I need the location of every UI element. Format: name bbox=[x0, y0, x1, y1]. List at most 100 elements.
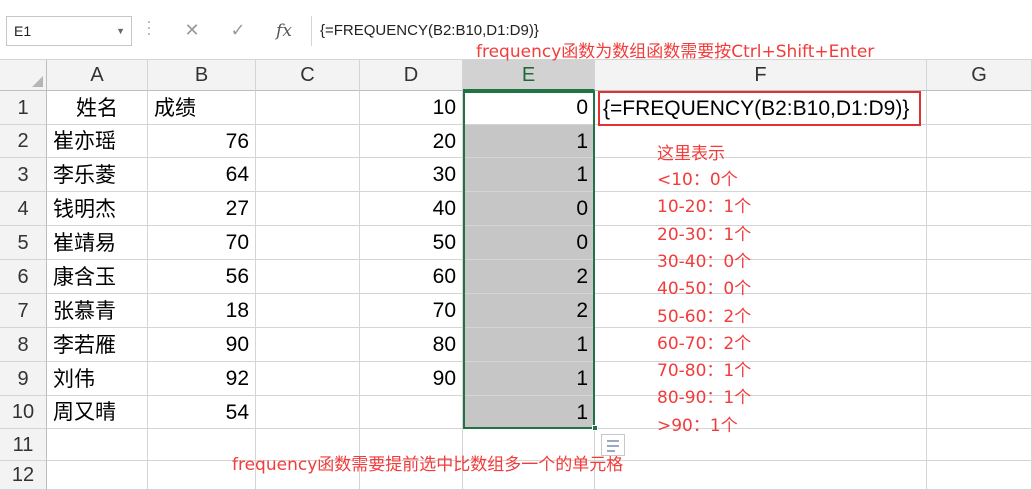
formula-highlight-box[interactable]: {=FREQUENCY(B2:B10,D1:D9)} bbox=[598, 91, 921, 126]
cell-b4[interactable]: 27 bbox=[148, 192, 256, 226]
cell-c6[interactable] bbox=[256, 260, 360, 294]
cell-b9[interactable]: 92 bbox=[148, 362, 256, 396]
cell-c1[interactable] bbox=[256, 91, 360, 125]
cell-e5[interactable]: 0 bbox=[463, 226, 595, 260]
cell-d4[interactable]: 40 bbox=[360, 192, 463, 226]
cell-e7[interactable]: 2 bbox=[463, 294, 595, 328]
cell-a11[interactable] bbox=[47, 429, 148, 461]
fill-handle[interactable] bbox=[592, 425, 598, 431]
cell-g8[interactable] bbox=[927, 328, 1032, 362]
column-header-e[interactable]: E bbox=[463, 60, 595, 91]
cell-c5[interactable] bbox=[256, 226, 360, 260]
cell-b8[interactable]: 90 bbox=[148, 328, 256, 362]
cell-d10[interactable] bbox=[360, 396, 463, 429]
cell-d2[interactable]: 20 bbox=[360, 125, 463, 158]
cell-g12[interactable] bbox=[927, 461, 1032, 490]
cell-f2[interactable] bbox=[595, 125, 927, 158]
cell-b1[interactable]: 成绩 bbox=[148, 91, 256, 125]
select-all-corner[interactable] bbox=[0, 60, 47, 91]
cell-e3[interactable]: 1 bbox=[463, 158, 595, 192]
cell-c4[interactable] bbox=[256, 192, 360, 226]
cell-g5[interactable] bbox=[927, 226, 1032, 260]
cell-a9[interactable]: 刘伟 bbox=[47, 362, 148, 396]
cell-b3[interactable]: 64 bbox=[148, 158, 256, 192]
cell-e8[interactable]: 1 bbox=[463, 328, 595, 362]
cell-c8[interactable] bbox=[256, 328, 360, 362]
cell-g3[interactable] bbox=[927, 158, 1032, 192]
row-header-10[interactable]: 10 bbox=[0, 396, 47, 429]
cell-g1[interactable] bbox=[927, 91, 1032, 125]
cell-a10[interactable]: 周又晴 bbox=[47, 396, 148, 429]
row-header-7[interactable]: 7 bbox=[0, 294, 47, 328]
cell-g11[interactable] bbox=[927, 429, 1032, 461]
cell-b5[interactable]: 70 bbox=[148, 226, 256, 260]
cell-f3[interactable] bbox=[595, 158, 927, 192]
cell-c3[interactable] bbox=[256, 158, 360, 192]
cell-a4[interactable]: 钱明杰 bbox=[47, 192, 148, 226]
row-header-5[interactable]: 5 bbox=[0, 226, 47, 260]
row-header-11[interactable]: 11 bbox=[0, 429, 47, 461]
cell-f6[interactable] bbox=[595, 260, 927, 294]
column-header-g[interactable]: G bbox=[927, 60, 1032, 91]
cell-a2[interactable]: 崔亦瑶 bbox=[47, 125, 148, 158]
row-header-1[interactable]: 1 bbox=[0, 91, 47, 125]
cell-a1[interactable]: 姓名 bbox=[47, 91, 148, 125]
cell-e6[interactable]: 2 bbox=[463, 260, 595, 294]
row-header-2[interactable]: 2 bbox=[0, 125, 47, 158]
cell-g2[interactable] bbox=[927, 125, 1032, 158]
cell-c7[interactable] bbox=[256, 294, 360, 328]
explanation-line: 80-90：1个 bbox=[657, 388, 752, 408]
cell-e9[interactable]: 1 bbox=[463, 362, 595, 396]
cell-g7[interactable] bbox=[927, 294, 1032, 328]
quick-analysis-icon[interactable] bbox=[601, 434, 625, 456]
cell-a3[interactable]: 李乐菱 bbox=[47, 158, 148, 192]
cell-c10[interactable] bbox=[256, 396, 360, 429]
cell-f5[interactable] bbox=[595, 226, 927, 260]
explanation-line: 60-70：2个 bbox=[657, 334, 752, 354]
cell-d6[interactable]: 60 bbox=[360, 260, 463, 294]
cell-a5[interactable]: 崔靖易 bbox=[47, 226, 148, 260]
cell-e10[interactable]: 1 bbox=[463, 396, 595, 429]
row-header-8[interactable]: 8 bbox=[0, 328, 47, 362]
cell-e1[interactable]: 0 bbox=[463, 91, 595, 125]
column-header-a[interactable]: A bbox=[47, 60, 148, 91]
cell-c9[interactable] bbox=[256, 362, 360, 396]
cell-b7[interactable]: 18 bbox=[148, 294, 256, 328]
cell-f10[interactable] bbox=[595, 396, 927, 429]
cell-f8[interactable] bbox=[595, 328, 927, 362]
cell-f12[interactable] bbox=[595, 461, 927, 490]
cell-g10[interactable] bbox=[927, 396, 1032, 429]
cell-b6[interactable]: 56 bbox=[148, 260, 256, 294]
cell-f9[interactable] bbox=[595, 362, 927, 396]
row-header-6[interactable]: 6 bbox=[0, 260, 47, 294]
row-header-12[interactable]: 12 bbox=[0, 461, 47, 490]
cell-a7[interactable]: 张慕青 bbox=[47, 294, 148, 328]
cell-b10[interactable]: 54 bbox=[148, 396, 256, 429]
cell-d7[interactable]: 70 bbox=[360, 294, 463, 328]
cell-g4[interactable] bbox=[927, 192, 1032, 226]
cell-e4[interactable]: 0 bbox=[463, 192, 595, 226]
cell-d5[interactable]: 50 bbox=[360, 226, 463, 260]
cell-f4[interactable] bbox=[595, 192, 927, 226]
column-header-b[interactable]: B bbox=[148, 60, 256, 91]
cell-e2[interactable]: 1 bbox=[463, 125, 595, 158]
cell-a8[interactable]: 李若雁 bbox=[47, 328, 148, 362]
cell-f11[interactable] bbox=[595, 429, 927, 461]
cell-d9[interactable]: 90 bbox=[360, 362, 463, 396]
cell-d3[interactable]: 30 bbox=[360, 158, 463, 192]
row-header-3[interactable]: 3 bbox=[0, 158, 47, 192]
cell-g9[interactable] bbox=[927, 362, 1032, 396]
cell-g6[interactable] bbox=[927, 260, 1032, 294]
cell-b2[interactable]: 76 bbox=[148, 125, 256, 158]
column-header-f[interactable]: F bbox=[595, 60, 927, 91]
cell-d8[interactable]: 80 bbox=[360, 328, 463, 362]
row-header-4[interactable]: 4 bbox=[0, 192, 47, 226]
cell-a12[interactable] bbox=[47, 461, 148, 490]
cell-d1[interactable]: 10 bbox=[360, 91, 463, 125]
row-header-9[interactable]: 9 bbox=[0, 362, 47, 396]
cell-a6[interactable]: 康含玉 bbox=[47, 260, 148, 294]
cell-f7[interactable] bbox=[595, 294, 927, 328]
column-header-d[interactable]: D bbox=[360, 60, 463, 91]
column-header-c[interactable]: C bbox=[256, 60, 360, 91]
cell-c2[interactable] bbox=[256, 125, 360, 158]
